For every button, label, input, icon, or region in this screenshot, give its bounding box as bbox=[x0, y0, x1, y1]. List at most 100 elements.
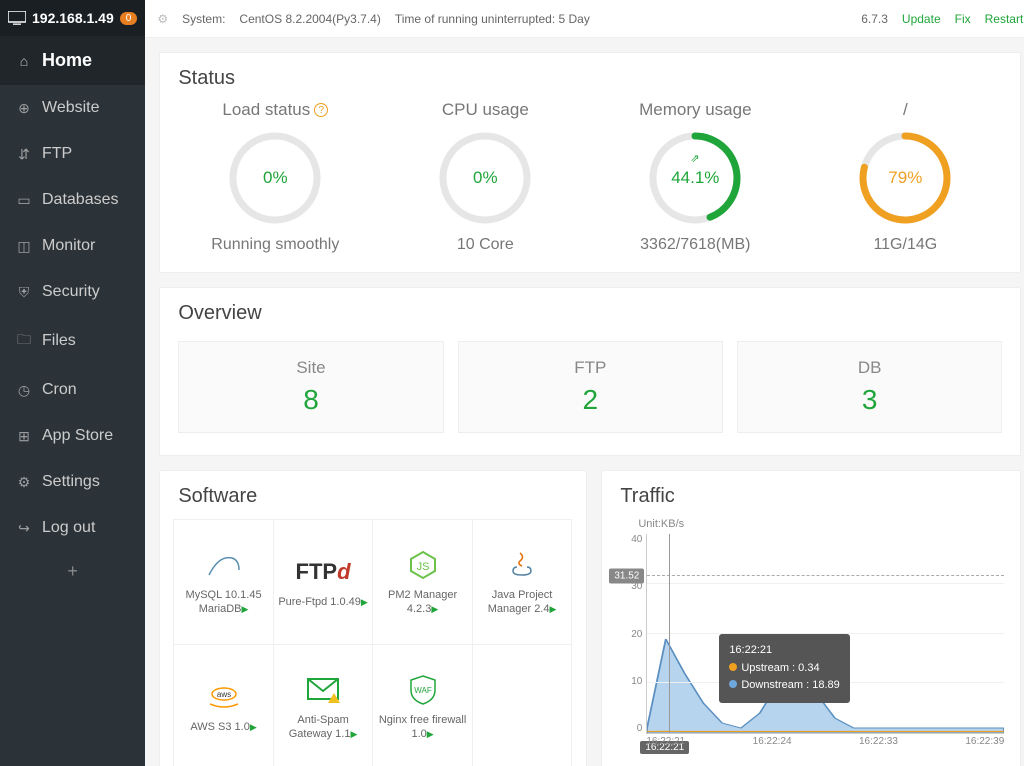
nav-label: Website bbox=[42, 99, 100, 117]
sidebar-item-security[interactable]: ⛨ Security bbox=[0, 269, 145, 315]
play-icon: ▶ bbox=[361, 597, 368, 607]
chart-tooltip: 16:22:21Upstream : 0.34Downstream : 18.8… bbox=[719, 634, 849, 703]
software-item bbox=[472, 644, 573, 766]
status-label: Load status ? bbox=[170, 100, 380, 120]
svg-text:JS: JS bbox=[416, 561, 429, 573]
nav-icon: ⊞ bbox=[16, 428, 32, 445]
software-item[interactable]: JSPM2 Manager 4.2.3▶ bbox=[372, 519, 473, 645]
software-item[interactable]: FTPdPure-Ftpd 1.0.49▶ bbox=[273, 519, 374, 645]
overview-card-site[interactable]: Site 8 bbox=[178, 341, 443, 433]
overview-title: Overview bbox=[160, 288, 1020, 331]
ftpd-icon: FTPd bbox=[296, 555, 351, 589]
status-value: 44.1% bbox=[645, 128, 745, 228]
main: ⚙ System: CentOS 8.2.2004(Py3.7.4) Time … bbox=[145, 0, 1024, 766]
monitor-icon bbox=[8, 11, 26, 25]
nav-icon: ⛨ bbox=[16, 284, 32, 301]
traffic-unit: Unit:KB/s bbox=[638, 518, 1010, 530]
status-panel: Status Load status ?0%Running smoothlyCP… bbox=[159, 52, 1021, 273]
software-name: MySQL 10.1.45 MariaDB▶ bbox=[174, 588, 273, 617]
status-item[interactable]: Memory usage ⇗44.1%3362/7618(MB) bbox=[590, 100, 800, 254]
software-item[interactable]: Java Project Manager 2.4▶ bbox=[472, 519, 573, 645]
sidebar-item-databases[interactable]: ▭ Databases bbox=[0, 177, 145, 223]
overview-card-ftp[interactable]: FTP2 bbox=[458, 341, 723, 433]
update-link[interactable]: Update bbox=[902, 12, 941, 26]
traffic-chart[interactable]: 403020100 31.5216:22:21Upstream : 0.34Do… bbox=[612, 534, 1010, 754]
nav-icon: ⌂ bbox=[16, 53, 32, 69]
nav-icon: 🗀 bbox=[16, 329, 32, 353]
nav-icon: ◷ bbox=[16, 382, 32, 399]
status-sub: Running smoothly bbox=[170, 236, 380, 254]
software-item[interactable]: MySQL 10.1.45 MariaDB▶ bbox=[173, 519, 274, 645]
uptime: Time of running uninterrupted: 5 Day bbox=[395, 12, 590, 26]
java-icon bbox=[509, 548, 535, 582]
status-sub: 11G/14G bbox=[800, 236, 1010, 254]
notification-badge[interactable]: 0 bbox=[120, 12, 138, 25]
ov-value: 8 bbox=[179, 384, 442, 416]
waf-icon: WAF bbox=[408, 673, 438, 707]
status-value: 0% bbox=[225, 128, 325, 228]
status-value: 0% bbox=[435, 128, 535, 228]
nav-label: Security bbox=[42, 283, 100, 301]
sidebar-item-log-out[interactable]: ↪Log out bbox=[0, 505, 145, 551]
software-name: Anti-Spam Gateway 1.1▶ bbox=[274, 713, 373, 742]
play-icon: ▶ bbox=[350, 729, 357, 739]
nav-label: Databases bbox=[42, 191, 119, 209]
ov-value: 2 bbox=[459, 384, 722, 416]
play-icon: ▶ bbox=[242, 604, 249, 614]
ov-label: DB bbox=[738, 358, 1001, 378]
fix-link[interactable]: Fix bbox=[955, 12, 971, 26]
add-nav-button[interactable]: + bbox=[0, 551, 145, 592]
nav-label: Cron bbox=[42, 381, 77, 399]
overview-panel: Overview Site 8 FTP2DB3 bbox=[159, 287, 1021, 456]
software-item[interactable]: aws AWS S3 1.0▶ bbox=[173, 644, 274, 766]
nav-icon: ▭ bbox=[16, 192, 32, 209]
software-name: AWS S3 1.0▶ bbox=[186, 720, 260, 734]
sidebar-header: 192.168.1.49 0 bbox=[0, 0, 145, 36]
mysql-icon bbox=[204, 548, 244, 582]
system-label: System: bbox=[182, 12, 225, 26]
sidebar-item-monitor[interactable]: ◫Monitor bbox=[0, 223, 145, 269]
status-label: CPU usage bbox=[380, 100, 590, 120]
gear-icon[interactable]: ⚙ bbox=[157, 12, 168, 26]
status-item[interactable]: Load status ? 0% Running smoothly bbox=[170, 100, 380, 254]
play-icon: ▶ bbox=[549, 604, 556, 614]
nav-icon: ⚙ bbox=[16, 474, 32, 491]
sidebar-item-files[interactable]: 🗀 Files bbox=[0, 315, 145, 367]
nav-label: Settings bbox=[42, 473, 100, 491]
software-item[interactable]: Anti-Spam Gateway 1.1▶ bbox=[273, 644, 374, 766]
svg-text:WAF: WAF bbox=[414, 686, 432, 695]
sidebar-item-app-store[interactable]: ⊞App Store bbox=[0, 413, 145, 459]
sidebar-item-home[interactable]: ⌂Home bbox=[0, 36, 145, 85]
server-ip: 192.168.1.49 bbox=[32, 10, 114, 26]
traffic-panel: Traffic Unit:KB/s 403020100 31.5216:22:2… bbox=[601, 470, 1021, 766]
sidebar-item-website[interactable]: ⊕Website bbox=[0, 85, 145, 131]
version: 6.7.3 bbox=[861, 12, 888, 26]
aws-icon: aws bbox=[204, 680, 244, 714]
nav-label: Log out bbox=[42, 519, 95, 537]
nav-label: Files bbox=[42, 332, 76, 350]
sidebar-item-settings[interactable]: ⚙ Settings bbox=[0, 459, 145, 505]
sidebar-item-ftp[interactable]: ⇵ FTP bbox=[0, 131, 145, 177]
nav-icon: ◫ bbox=[16, 238, 32, 255]
svg-text:aws: aws bbox=[216, 690, 230, 699]
status-label: / bbox=[800, 100, 1010, 120]
traffic-title: Traffic bbox=[602, 471, 1020, 514]
help-icon[interactable]: ? bbox=[314, 103, 328, 117]
software-name: Java Project Manager 2.4▶ bbox=[473, 588, 572, 617]
sidebar: 192.168.1.49 0 ⌂Home⊕Website ⇵ FTP ▭ Databas… bbox=[0, 0, 145, 766]
software-panel: Software MySQL 10.1.45 MariaDB▶FTPdPure-… bbox=[159, 470, 587, 766]
mail-icon bbox=[306, 673, 340, 707]
status-title: Status bbox=[160, 53, 1020, 96]
status-item[interactable]: CPU usage 0%10 Core bbox=[380, 100, 590, 254]
status-value: 79% bbox=[855, 128, 955, 228]
sidebar-item-cron[interactable]: ◷ Cron bbox=[0, 367, 145, 413]
software-item[interactable]: WAFNginx free firewall 1.0▶ bbox=[372, 644, 473, 766]
restart-link[interactable]: Restart bbox=[985, 12, 1024, 26]
nav-list: ⌂Home⊕Website ⇵ FTP ▭ Databases ◫Monitor ⛨ Secu… bbox=[0, 36, 145, 551]
play-icon: ▶ bbox=[250, 722, 257, 732]
status-item[interactable]: / 79% 11G/14G bbox=[800, 100, 1010, 254]
nav-icon: ⇵ bbox=[16, 146, 32, 163]
overview-card-db[interactable]: DB3 bbox=[737, 341, 1002, 433]
ov-label: Site bbox=[179, 358, 442, 378]
nav-label: FTP bbox=[42, 145, 72, 163]
